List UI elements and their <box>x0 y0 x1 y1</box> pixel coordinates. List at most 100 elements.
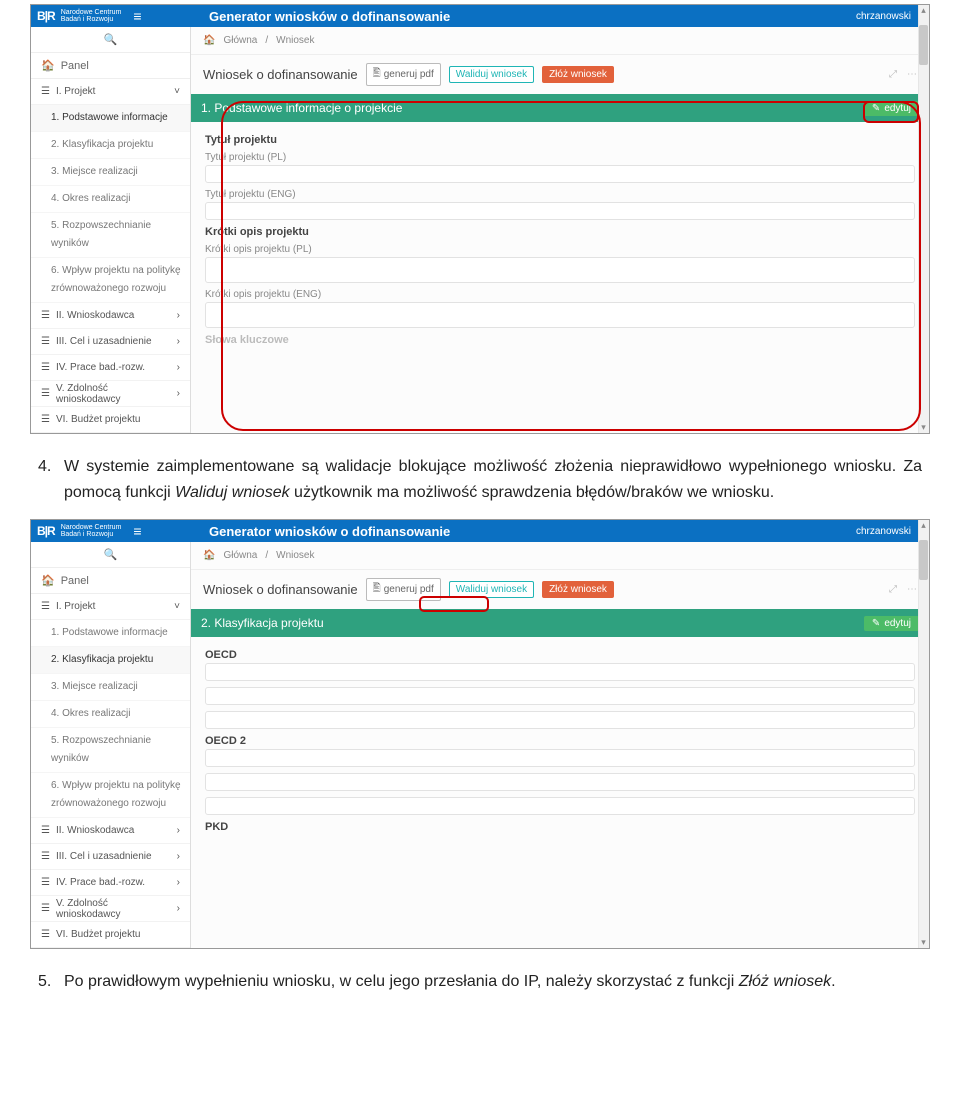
expand-icon[interactable]: ⤢ <box>889 69 897 80</box>
chevron-right-icon: › <box>177 362 180 373</box>
nav-budzet[interactable]: ☰VI. Budżet projektu <box>31 922 190 948</box>
field-label: Krótki opis projektu (PL) <box>205 244 915 255</box>
panel-link[interactable]: 🏠 Panel <box>31 53 190 79</box>
panel-link[interactable]: 🏠 Panel <box>31 568 190 594</box>
list-icon: ☰ <box>41 825 50 836</box>
nav-sub-2[interactable]: 2. Klasyfikacja projektu <box>31 132 190 159</box>
expand-icon[interactable]: ⤢ <box>889 584 897 595</box>
edit-button[interactable]: ✎edytuj <box>864 616 919 631</box>
generate-pdf-button[interactable]: 🖺generuj pdf <box>366 63 441 86</box>
home-icon: 🏠 <box>41 59 55 72</box>
validate-button[interactable]: Waliduj wniosek <box>449 66 534 83</box>
logo: B|R Narodowe Centrum Badań i Rozwoju ≡ <box>31 523 191 539</box>
nav-sub-4[interactable]: 4. Okres realizacji <box>31 186 190 213</box>
screenshot-2: B|R Narodowe Centrum Badań i Rozwoju ≡ G… <box>30 519 930 949</box>
nav-prace[interactable]: ☰IV. Prace bad.-rozw.› <box>31 870 190 896</box>
desc-pl-input[interactable] <box>205 257 915 283</box>
nav-prace[interactable]: ☰IV. Prace bad.-rozw.› <box>31 355 190 381</box>
section-header: 2. Klasyfikacja projektu ✎edytuj <box>191 609 929 637</box>
home-icon[interactable]: 🏠 <box>203 35 215 46</box>
app-title: Generator wniosków o dofinansowanie <box>191 524 856 539</box>
nav-zdolnosc[interactable]: ☰V. Zdolność wnioskodawcy› <box>31 381 190 407</box>
list-icon: ☰ <box>41 310 50 321</box>
sidebar: 🔍 🏠 Panel ☰I. Projekt˅ 1. Podstawowe inf… <box>31 542 191 948</box>
nav-sub-5[interactable]: 5. Rozpowszechnianie wyników <box>31 213 190 258</box>
instruction-5: 5. Po prawidłowym wypełnieniu wniosku, w… <box>64 969 922 995</box>
list-icon: ☰ <box>41 336 50 347</box>
list-icon: ☰ <box>41 388 50 399</box>
scrollbar[interactable]: ▴ ▾ <box>918 520 929 948</box>
nav-projekt[interactable]: ☰I. Projekt˅ <box>31 594 190 620</box>
nav-sub-1[interactable]: 1. Podstawowe informacje <box>31 105 190 132</box>
page-title: Wniosek o dofinansowanie <box>203 582 358 597</box>
chevron-right-icon: › <box>177 851 180 862</box>
nav-sub-5[interactable]: 5. Rozpowszechnianie wyników <box>31 728 190 773</box>
menu-icon[interactable]: ≡ <box>133 8 141 24</box>
crumb-wniosek[interactable]: Wniosek <box>276 35 314 46</box>
oecd2-input-2[interactable] <box>205 773 915 791</box>
group-title: Tytuł projektu <box>205 134 915 146</box>
nav-cel[interactable]: ☰III. Cel i uzasadnienie› <box>31 844 190 870</box>
oecd2-input-1[interactable] <box>205 749 915 767</box>
submit-button[interactable]: Złóż wniosek <box>542 581 614 598</box>
logo-mark: B|R <box>37 524 55 538</box>
nav-sub-2[interactable]: 2. Klasyfikacja projektu <box>31 647 190 674</box>
generate-pdf-button[interactable]: 🖺generuj pdf <box>366 578 441 601</box>
breadcrumb: 🏠 Główna / Wniosek <box>191 27 929 55</box>
app-title: Generator wniosków o dofinansowanie <box>191 9 856 24</box>
title-pl-input[interactable] <box>205 165 915 183</box>
nav-sub-6[interactable]: 6. Wpływ projektu na politykę zrównoważo… <box>31 258 190 303</box>
list-icon: ☰ <box>41 601 50 612</box>
oecd-input-2[interactable] <box>205 687 915 705</box>
chevron-right-icon: › <box>177 336 180 347</box>
group-title: Krótki opis projektu <box>205 226 915 238</box>
home-icon[interactable]: 🏠 <box>203 550 215 561</box>
list-icon: ☰ <box>41 929 50 940</box>
oecd-input-3[interactable] <box>205 711 915 729</box>
page-title: Wniosek o dofinansowanie <box>203 67 358 82</box>
nav-zdolnosc[interactable]: ☰V. Zdolność wnioskodawcy› <box>31 896 190 922</box>
scrollbar[interactable]: ▴ ▾ <box>918 5 929 433</box>
search-icon[interactable]: 🔍 <box>31 27 190 53</box>
nav-projekt[interactable]: ☰I. Projekt˅ <box>31 79 190 105</box>
crumb-wniosek[interactable]: Wniosek <box>276 550 314 561</box>
edit-button[interactable]: ✎edytuj <box>864 101 919 116</box>
scroll-thumb[interactable] <box>919 25 928 65</box>
scroll-up-icon[interactable]: ▴ <box>920 522 927 529</box>
scroll-down-icon[interactable]: ▾ <box>920 424 927 431</box>
nav-cel[interactable]: ☰III. Cel i uzasadnienie› <box>31 329 190 355</box>
scroll-thumb[interactable] <box>919 540 928 580</box>
page-headline: Wniosek o dofinansowanie 🖺generuj pdf Wa… <box>191 570 929 609</box>
nav-sub-3[interactable]: 3. Miejsce realizacji <box>31 674 190 701</box>
title-eng-input[interactable] <box>205 202 915 220</box>
chevron-right-icon: › <box>177 903 180 914</box>
nav-sub-4[interactable]: 4. Okres realizacji <box>31 701 190 728</box>
nav-sub-1[interactable]: 1. Podstawowe informacje <box>31 620 190 647</box>
list-icon: ☰ <box>41 362 50 373</box>
pencil-icon: ✎ <box>872 618 880 629</box>
nav-budzet[interactable]: ☰VI. Budżet projektu <box>31 407 190 433</box>
chevron-down-icon: ˅ <box>174 601 180 612</box>
nav-sub-3[interactable]: 3. Miejsce realizacji <box>31 159 190 186</box>
scroll-down-icon[interactable]: ▾ <box>920 939 927 946</box>
crumb-home[interactable]: Główna <box>223 35 257 46</box>
validate-button[interactable]: Waliduj wniosek <box>449 581 534 598</box>
nav-wnioskodawca[interactable]: ☰II. Wnioskodawca› <box>31 818 190 844</box>
oecd-input-1[interactable] <box>205 663 915 681</box>
scroll-up-icon[interactable]: ▴ <box>920 7 927 14</box>
list-icon: ☰ <box>41 86 50 97</box>
menu-icon[interactable]: ≡ <box>133 523 141 539</box>
field-label: Tytuł projektu (ENG) <box>205 189 915 200</box>
search-icon[interactable]: 🔍 <box>31 542 190 568</box>
more-icon[interactable]: ⋯ <box>907 69 917 80</box>
nav-sub-6[interactable]: 6. Wpływ projektu na politykę zrównoważo… <box>31 773 190 818</box>
oecd2-input-3[interactable] <box>205 797 915 815</box>
field-label: Tytuł projektu (PL) <box>205 152 915 163</box>
crumb-home[interactable]: Główna <box>223 550 257 561</box>
more-icon[interactable]: ⋯ <box>907 584 917 595</box>
sidebar: 🔍 🏠 Panel ☰I. Projekt˅ 1. Podstawowe inf… <box>31 27 191 433</box>
submit-button[interactable]: Złóż wniosek <box>542 66 614 83</box>
nav-wnioskodawca[interactable]: ☰II. Wnioskodawca› <box>31 303 190 329</box>
desc-eng-input[interactable] <box>205 302 915 328</box>
section-title: 2. Klasyfikacja projektu <box>201 616 324 630</box>
